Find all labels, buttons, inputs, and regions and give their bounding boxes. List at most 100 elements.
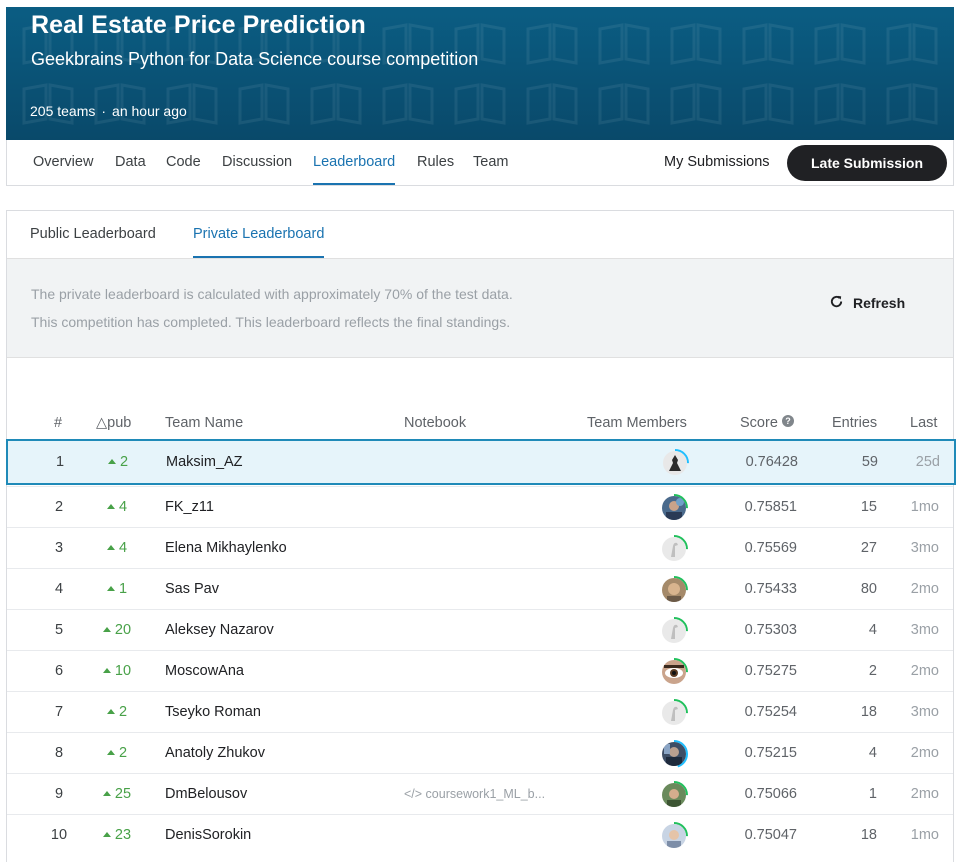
competition-header: Real Estate Price Prediction Geekbrains … [6,7,954,140]
row-score: 0.75066 [744,786,797,802]
leaderboard-row[interactable]: 8 2 Anatoly Zhukov 0.75215 4 2mo [7,732,953,773]
row-team-name[interactable]: Tseyko Roman [165,692,261,732]
row-entries: 4 [868,622,877,638]
my-submissions-link[interactable]: My Submissions [664,140,770,184]
row-delta: 2 [87,692,147,732]
row-score: 0.75275 [744,663,797,679]
col-last[interactable]: Last [910,415,937,431]
info-private-note: The private leaderboard is calculated wi… [31,286,513,302]
row-delta: 2 [87,733,147,773]
col-team-members: Team Members [587,415,687,431]
row-delta-value: 4 [118,499,128,515]
leaderboard-row[interactable]: 7 2 Tseyko Roman 0.75254 18 3mo [7,691,953,732]
row-entries: 27 [860,540,877,556]
row-delta: 25 [87,774,147,814]
row-score: 0.75569 [744,540,797,556]
meta-separator: · [101,103,107,119]
avatar-image [662,824,686,848]
row-entries: 2 [868,663,877,679]
triangle-up-icon [106,750,115,755]
row-last-submission: 2mo [910,786,939,802]
late-submission-button[interactable]: Late Submission [787,145,947,181]
row-rank: 3 [54,540,64,556]
tab-overview[interactable]: Overview [33,140,93,185]
row-delta-value: 20 [114,622,132,638]
refresh-button[interactable]: Refresh [829,292,905,314]
row-delta-value: 10 [114,663,132,679]
help-circle-icon[interactable]: ? [781,415,794,431]
avatar-image [662,783,686,807]
triangle-up-icon [102,832,111,837]
team-member-avatar[interactable] [659,657,689,687]
leaderboard-row[interactable]: 10 23 DenisSorokin 0.75047 18 1mo [7,814,953,855]
row-notebook-link[interactable]: </> coursework1_ML_b... [404,774,545,814]
row-delta: 2 [88,441,148,483]
leaderboard-row[interactable]: 2 4 FK_z11 0.75851 15 1mo [7,486,953,527]
row-score: 0.75303 [744,622,797,638]
row-rank: 4 [54,581,64,597]
team-member-avatar[interactable] [659,821,689,851]
refresh-icon [829,294,844,312]
tab-rules[interactable]: Rules [417,140,454,185]
triangle-up-icon [102,668,111,673]
row-team-name[interactable]: DmBelousov [165,774,247,814]
row-rank: 6 [54,663,64,679]
row-rank: 7 [54,704,64,720]
tab-public-leaderboard[interactable]: Public Leaderboard [30,211,156,258]
tab-discussion[interactable]: Discussion [222,140,292,185]
team-member-avatar[interactable] [659,698,689,728]
tab-code[interactable]: Code [166,140,201,185]
row-score: 0.76428 [745,454,798,470]
team-member-avatar[interactable] [659,739,689,769]
team-member-avatar[interactable] [659,534,689,564]
row-team-name[interactable]: FK_z11 [165,487,214,527]
avatar-image [662,660,686,684]
triangle-up-icon [106,709,115,714]
row-rank: 8 [54,745,64,761]
leaderboard-row[interactable]: 4 1 Sas Pav 0.75433 80 2mo [7,568,953,609]
leaderboard-row[interactable]: 6 10 MoscowAna 0.75275 2 2mo [7,650,953,691]
leaderboard-tabs: Public Leaderboard Private Leaderboard [7,211,953,258]
row-delta: 10 [87,651,147,691]
tab-data[interactable]: Data [115,140,146,185]
team-member-avatar[interactable] [659,780,689,810]
leaderboard-row[interactable]: 3 4 Elena Mikhaylenko 0.75569 27 3mo [7,527,953,568]
col-team-name[interactable]: Team Name [165,415,243,431]
row-team-name[interactable]: Maksim_AZ [166,441,243,483]
row-delta-value: 2 [118,704,128,720]
avatar-image [662,578,686,602]
col-score[interactable]: Score ? [740,415,794,431]
row-team-name[interactable]: DenisSorokin [165,815,251,855]
avatar-image [662,742,686,766]
row-team-name[interactable]: Elena Mikhaylenko [165,528,287,568]
leaderboard-row[interactable]: 5 20 Aleksey Nazarov 0.75303 4 3mo [7,609,953,650]
row-team-name[interactable]: Aleksey Nazarov [165,610,274,650]
row-team-name[interactable]: Sas Pav [165,569,219,609]
team-member-avatar[interactable] [660,448,690,478]
team-member-avatar[interactable] [659,493,689,523]
row-score: 0.75433 [744,581,797,597]
team-member-avatar[interactable] [659,575,689,605]
row-delta: 23 [87,815,147,855]
row-score: 0.75047 [744,827,797,843]
row-delta: 20 [87,610,147,650]
tab-private-leaderboard[interactable]: Private Leaderboard [193,211,325,258]
row-delta: 4 [87,487,147,527]
col-delta-public[interactable]: △pub [96,415,131,431]
competition-title: Real Estate Price Prediction [31,11,366,39]
updated-time: an hour ago [112,103,187,119]
leaderboard-row[interactable]: 1 2 Maksim_AZ 0.76428 59 25d [6,439,956,485]
team-member-avatar[interactable] [659,616,689,646]
tab-team[interactable]: Team [473,140,508,185]
leaderboard-row[interactable]: 9 25 DmBelousov </> coursework1_ML_b... 0.75… [7,773,953,814]
row-team-name[interactable]: MoscowAna [165,651,244,691]
row-entries: 18 [860,704,877,720]
col-entries[interactable]: Entries [832,415,877,431]
row-entries: 18 [860,827,877,843]
row-delta-value: 1 [118,581,128,597]
row-score: 0.75215 [744,745,797,761]
triangle-up-icon [107,459,116,464]
tab-leaderboard[interactable]: Leaderboard [313,140,396,185]
row-rank: 9 [54,786,64,802]
row-team-name[interactable]: Anatoly Zhukov [165,733,265,773]
